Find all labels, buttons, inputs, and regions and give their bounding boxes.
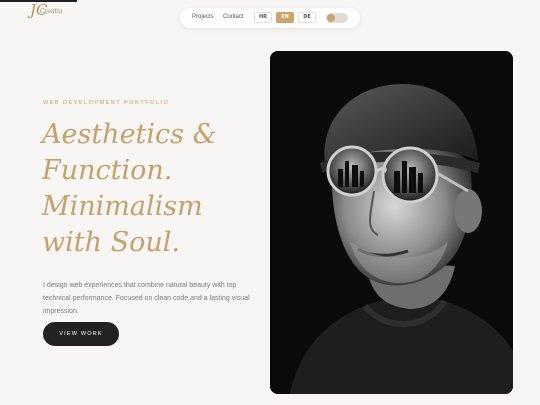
hero-headline: Aesthetics & Function. Minimalism with S… xyxy=(42,117,272,261)
view-work-button[interactable]: VIEW WORK xyxy=(43,322,119,346)
hero-eyebrow: WEB DEVELOPMENT PORTFOLIO xyxy=(43,100,170,106)
headline-line: Function. xyxy=(42,155,173,186)
theme-toggle[interactable] xyxy=(326,13,348,23)
hero-description: I design web experiences that combine na… xyxy=(43,282,250,315)
lang-de-button[interactable]: DE xyxy=(298,12,316,23)
nav-link-contact[interactable]: Contact xyxy=(223,14,244,20)
headline-line: Aesthetics & xyxy=(42,119,217,150)
lang-en-button[interactable]: EN xyxy=(276,12,294,23)
lang-hr-button[interactable]: HR xyxy=(254,12,272,23)
brand-logo[interactable]: JC Croatia xyxy=(28,1,76,20)
headline-line: with Soul. xyxy=(42,227,180,258)
logo-wordmark: Croatia xyxy=(40,8,63,15)
portrait-illustration xyxy=(270,51,513,394)
nav-link-projects[interactable]: Projects xyxy=(192,14,214,20)
toggle-knob xyxy=(327,14,335,22)
top-navigation: Projects Contact HR EN DE xyxy=(180,8,360,28)
headline-line: Minimalism xyxy=(42,191,203,222)
portrait-photo xyxy=(270,51,513,394)
